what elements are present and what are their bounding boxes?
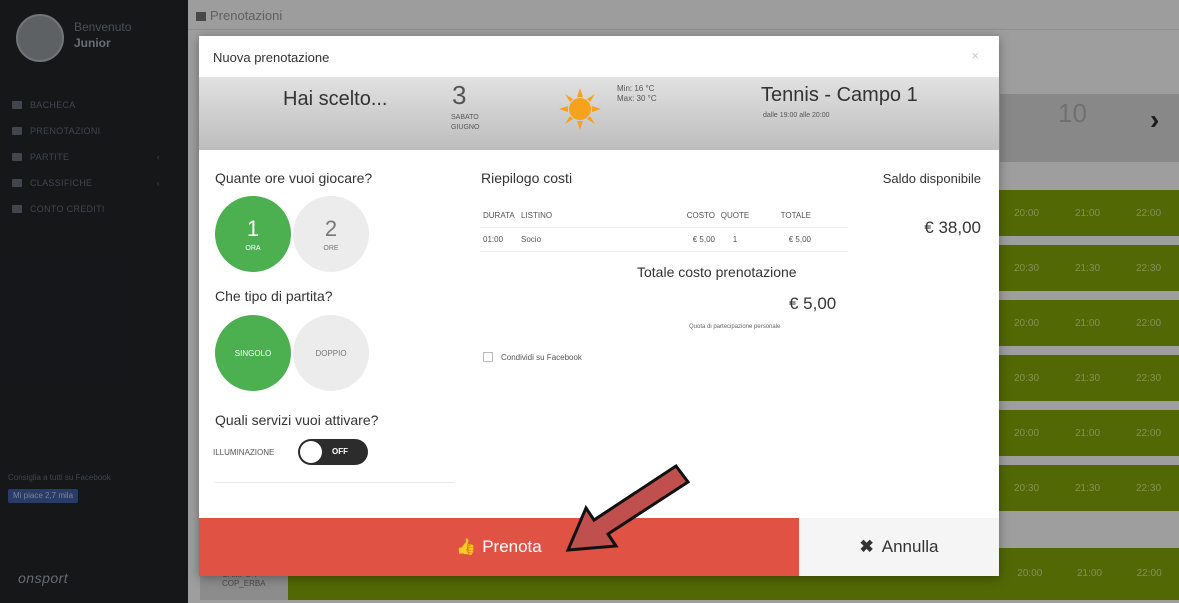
toggle-knob [300,441,322,463]
share-facebook-checkbox[interactable]: Condividi su Facebook [483,352,582,362]
divider [215,482,455,483]
table-cell: € 5,00 [788,235,811,244]
costs-table: DURATA LISTINO COSTO QUOTE TOTALE 01:00 … [481,204,847,252]
thumbs-up-icon: 👍 [456,539,477,556]
column-header: TOTALE [780,211,811,220]
table-cell: Socio [521,235,542,244]
hours-option-value: 2 [324,215,338,241]
temperature-max: Max: 30 °C [617,94,657,103]
cancel-button[interactable]: ✖ Annulla [799,518,999,576]
match-type-question: Che tipo di partita? [215,288,333,304]
hours-option-2[interactable]: 2 ORE [293,196,369,272]
match-type-label: DOPPIO [315,348,347,358]
modal-title: Nuova prenotazione [213,50,330,65]
hours-option-value: 1 [246,215,260,241]
hours-option-unit: ORE [323,244,339,252]
match-type-doppio[interactable]: DOPPIO [293,315,369,391]
checkbox-icon [483,352,493,362]
table-cell: 01:00 [483,235,504,244]
lighting-toggle[interactable]: OFF [298,439,368,465]
column-header: QUOTE [720,211,750,220]
chosen-label: Hai scelto... [283,88,388,110]
date-day: 3 [452,80,467,110]
temperature-min: Min: 16 °C [617,84,655,93]
column-header: DURATA [483,211,515,220]
balance-label: Saldo disponibile [882,171,981,186]
close-icon[interactable]: × [971,48,979,63]
share-facebook-label: Condividi su Facebook [501,352,582,362]
hours-option-unit: ORA [245,244,261,252]
modal-header: Nuova prenotazione × [199,36,999,78]
match-type-singolo[interactable]: SINGOLO [215,315,291,391]
book-button-label: Prenota [482,537,542,556]
cancel-button-label: Annulla [881,537,939,556]
match-type-label: SINGOLO [234,348,272,358]
date-month: GIUGNO [451,124,480,131]
table-row: 01:00 Socio € 5,00 1 € 5,00 [481,228,847,252]
toggle-state: OFF [332,447,348,456]
costs-title: Riepilogo costi [481,170,573,186]
book-button[interactable]: 👍 Prenota [199,518,799,576]
table-cell: € 5,00 [692,235,715,244]
services-question: Quali servizi vuoi attivare? [215,412,379,428]
hours-option-1[interactable]: 1 ORA [215,196,291,272]
annotation-arrow-icon [565,463,691,552]
table-header-row: DURATA LISTINO COSTO QUOTE TOTALE [481,204,847,228]
booking-summary-bar: Hai scelto... 3 SABATO GIUGNO Min: 16 °C… [199,78,999,150]
sun-icon [559,88,601,130]
total-cost-note: Quota di partecipazione personale [689,324,781,330]
date-weekday: SABATO [451,114,479,121]
total-cost-label: Totale costo prenotazione [637,264,797,280]
lighting-label: ILLUMINAZIONE [213,448,275,457]
column-header: COSTO [686,211,715,220]
hours-question: Quante ore vuoi giocare? [215,170,373,186]
court-name: Tennis - Campo 1 [761,84,918,106]
weather-temperatures: Min: 16 °C Max: 30 °C [617,84,657,104]
column-header: LISTINO [521,211,553,220]
court-time: dalle 19:00 alle 20:00 [763,112,830,119]
total-cost-value: € 5,00 [789,294,837,313]
balance-value: € 38,00 [924,218,981,237]
table-cell: 1 [732,235,738,244]
close-icon: ✖ [859,537,874,556]
